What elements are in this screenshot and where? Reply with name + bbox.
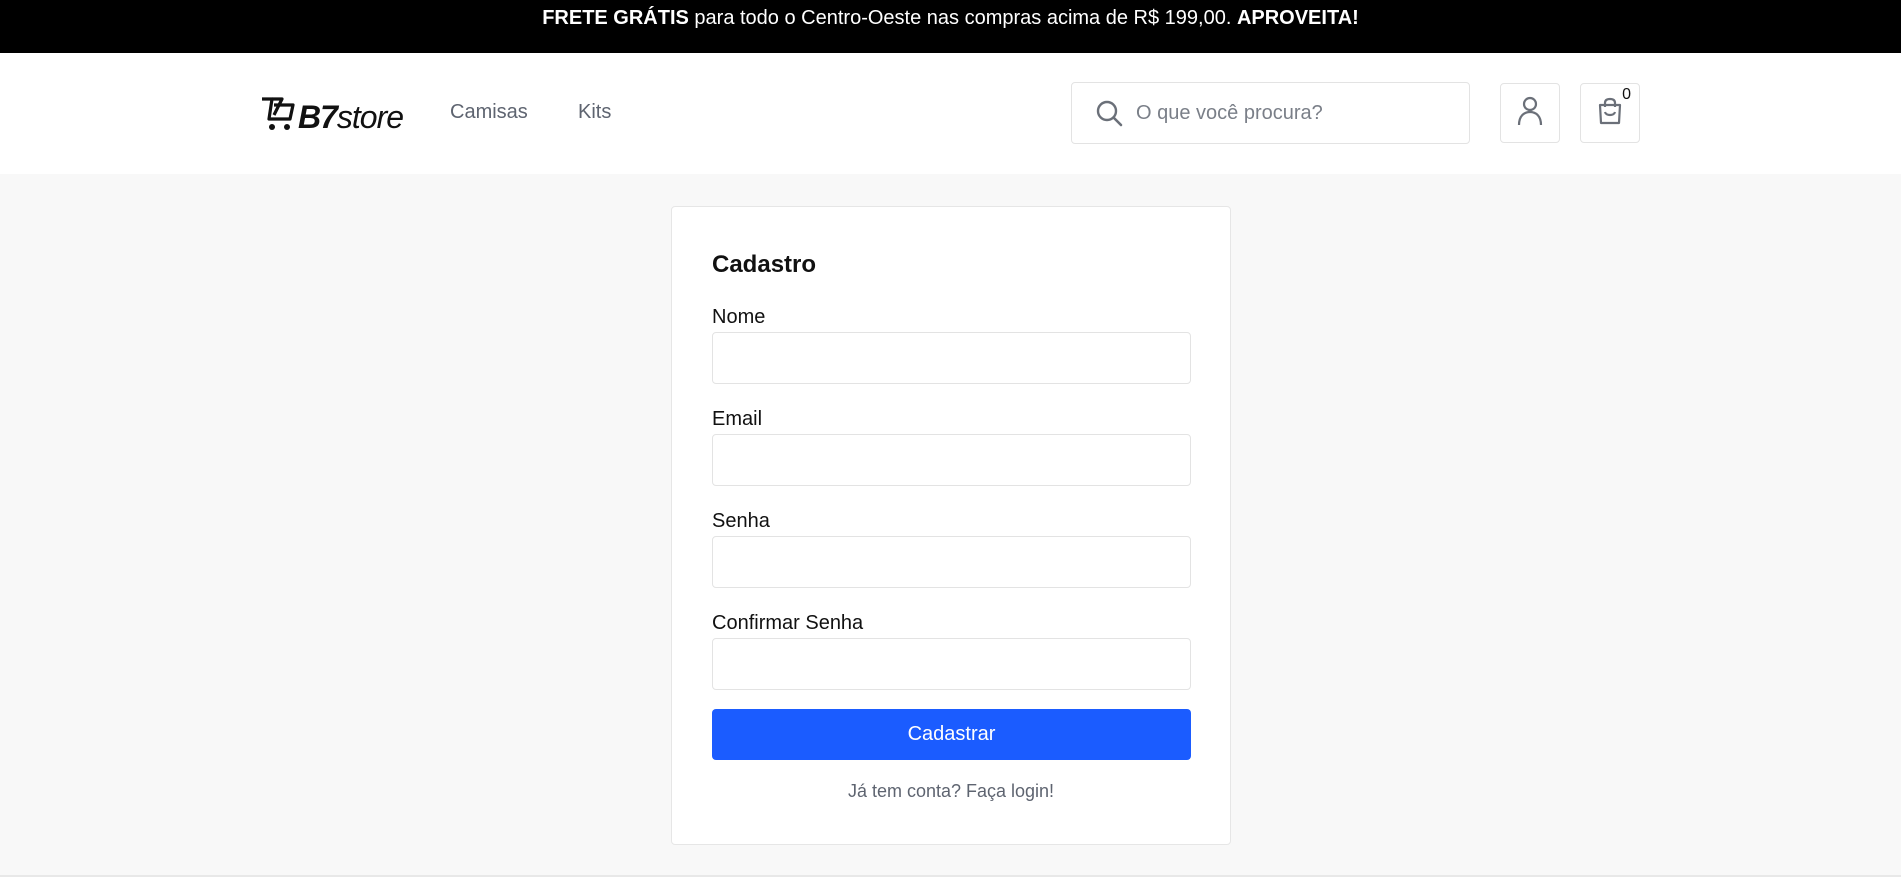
promo-text: para todo o Centro-Oeste nas compras aci… [688,7,1237,29]
promo-highlight: FRETE GRÁTIS [542,7,689,29]
nav-link-camisas[interactable]: Camisas [450,101,528,124]
logo-suffix: store [336,99,404,135]
search-input[interactable] [1134,100,1458,126]
confirm-password-label: Confirmar Senha [712,612,864,634]
name-label: Nome [712,306,766,328]
site-header: B7store Camisas Kits 0 [0,53,1901,174]
nav-link-kits[interactable]: Kits [578,101,611,124]
cart-count-badge: 0 [1622,86,1631,103]
promo-cta: APROVEITA! [1236,7,1359,29]
password-label: Senha [712,510,770,532]
search-icon[interactable] [1094,98,1124,128]
confirm-password-field[interactable] [712,638,1191,690]
user-icon [1517,96,1543,131]
promo-bar: FRETE GRÁTIS para todo o Centro-Oeste na… [0,0,1901,53]
form-title: Cadastro [712,251,817,278]
cart-logo-icon [260,95,296,133]
signup-form: Cadastro Nome Email Senha Confirmar Senh… [671,206,1231,845]
name-field[interactable] [712,332,1191,384]
cart-bag-icon [1597,97,1623,130]
store-logo[interactable]: B7store [260,93,404,135]
email-label: Email [712,408,763,430]
logo-brand: B7 [298,99,338,135]
account-button[interactable] [1500,83,1560,143]
search-box [1071,82,1470,144]
logo-text: B7store [298,99,404,135]
password-field[interactable] [712,536,1191,588]
cart-button[interactable]: 0 [1580,83,1640,143]
login-link[interactable]: Já tem conta? Faça login! [672,781,1230,802]
email-field[interactable] [712,434,1191,486]
submit-button[interactable]: Cadastrar [712,709,1191,760]
